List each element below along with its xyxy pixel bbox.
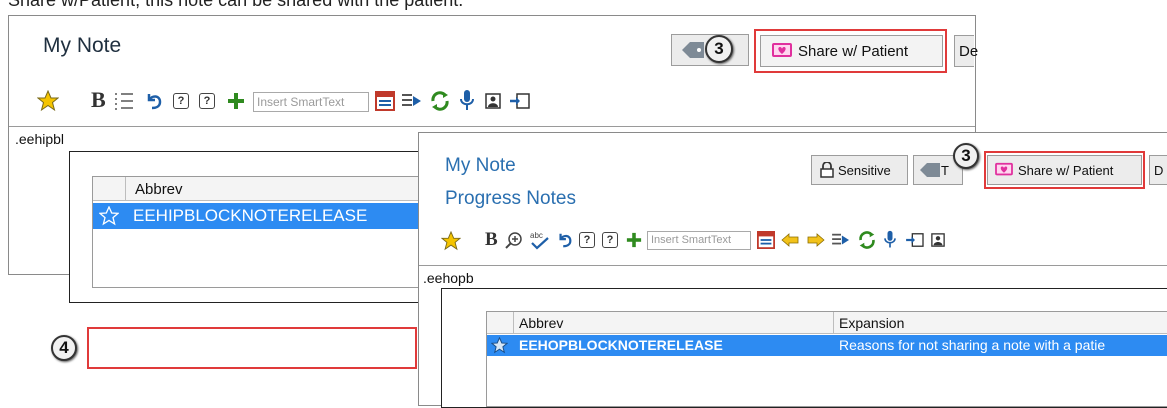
front-column-expansion: Expansion (839, 315, 905, 331)
front-grid-header: Abbrev Expansion (487, 312, 1167, 334)
sensitive-button[interactable]: Sensitive (811, 155, 908, 185)
front-note-text-area[interactable]: .eehopb Abbrev Expansion EEHOPBLOCKNOTER… (419, 265, 1167, 408)
bold-icon[interactable]: B (91, 87, 106, 113)
front-share-highlight (984, 151, 1145, 189)
row-star-icon[interactable] (99, 206, 119, 226)
import-icon[interactable] (509, 92, 531, 110)
front-help-question-icon[interactable]: ? (579, 232, 595, 248)
add-plus-icon[interactable] (227, 92, 245, 110)
spellcheck-icon[interactable]: abc (529, 230, 551, 250)
patient-card-icon[interactable] (485, 93, 501, 109)
front-row-abbrev: EEHOPBLOCKNOTERELEASE (519, 337, 723, 353)
front-header-divider-2 (833, 312, 834, 334)
front-popup-grid: Abbrev Expansion EEHOPBLOCKNOTERELEASE R… (486, 311, 1167, 407)
front-tag-label: T (941, 162, 949, 178)
next-question-icon[interactable]: ? (199, 93, 215, 109)
smartlist-icon[interactable] (375, 91, 395, 111)
tag-icon (682, 42, 704, 58)
back-note-title: My Note (43, 34, 122, 57)
back-step-4-badge: 4 (51, 335, 77, 361)
front-smartphrase-popup: Abbrev Expansion EEHOPBLOCKNOTERELEASE R… (441, 288, 1167, 408)
front-insert-arrow-icon[interactable] (831, 232, 851, 248)
help-question-icon[interactable]: ? (173, 93, 189, 109)
front-note-window: My Note Progress Notes Sensitive T 3 Sha… (418, 132, 1167, 408)
front-patient-card-icon[interactable] (931, 233, 945, 247)
microphone-icon[interactable] (459, 89, 475, 113)
front-column-abbrev: Abbrev (519, 315, 564, 331)
front-add-plus-icon[interactable] (626, 232, 642, 248)
sensitive-label: Sensitive (838, 162, 891, 178)
back-step-3-badge: 3 (705, 35, 733, 63)
front-undo-icon[interactable] (557, 231, 573, 249)
next-arrow-icon[interactable] (807, 233, 825, 247)
zoom-in-icon[interactable] (505, 231, 523, 249)
front-header-divider-1 (513, 312, 514, 334)
front-toolbar: B abc ? ? Insert SmartText (419, 229, 1167, 255)
back-toolbar: B ? ? Insert SmartText (9, 86, 975, 118)
back-smarttext-input[interactable]: Insert SmartText (253, 92, 369, 112)
front-smarttext-input[interactable]: Insert SmartText (647, 231, 751, 250)
front-row-star-icon[interactable] (491, 337, 508, 354)
back-header-divider (125, 177, 126, 201)
insert-arrow-icon[interactable] (401, 92, 423, 110)
favorite-star-icon[interactable] (37, 90, 59, 112)
svg-text:abc: abc (530, 231, 543, 240)
list-icon[interactable] (113, 91, 135, 111)
front-smartlist-icon[interactable] (757, 231, 775, 249)
front-refresh-icon[interactable] (857, 230, 877, 250)
front-favorite-star-icon[interactable] (441, 231, 461, 251)
front-typed-text: .eehopb (423, 270, 474, 286)
back-cut-label: De (959, 42, 979, 60)
undo-icon[interactable] (145, 91, 163, 111)
back-typed-text: .eehipbl (15, 131, 65, 147)
front-cut-off-button[interactable]: D (1149, 155, 1167, 185)
back-column-abbrev: Abbrev (135, 181, 183, 198)
back-row-highlight (87, 327, 417, 369)
front-step-3-badge: 3 (953, 143, 979, 169)
lock-icon (820, 162, 834, 178)
front-import-icon[interactable] (905, 232, 925, 248)
front-microphone-icon[interactable] (883, 230, 897, 250)
front-note-title: My Note (445, 155, 516, 176)
front-bold-icon[interactable]: B (485, 229, 498, 251)
front-note-subtitle: Progress Notes (445, 188, 576, 209)
back-share-highlight (754, 29, 947, 73)
front-cut-label: D (1154, 162, 1164, 178)
front-row-expansion: Reasons for not sharing a note with a pa… (839, 337, 1106, 353)
caption-text: Share w/Patient, this note can be shared… (8, 0, 464, 10)
back-row-abbrev: EEHIPBLOCKNOTERELEASE (133, 206, 368, 225)
front-next-question-icon[interactable]: ? (602, 232, 618, 248)
front-tag-icon (920, 163, 940, 177)
refresh-icon[interactable] (429, 90, 451, 112)
front-selected-row[interactable]: EEHOPBLOCKNOTERELEASE Reasons for not sh… (487, 335, 1167, 356)
previous-arrow-icon[interactable] (781, 233, 799, 247)
back-cut-off-button[interactable]: De (954, 35, 978, 67)
